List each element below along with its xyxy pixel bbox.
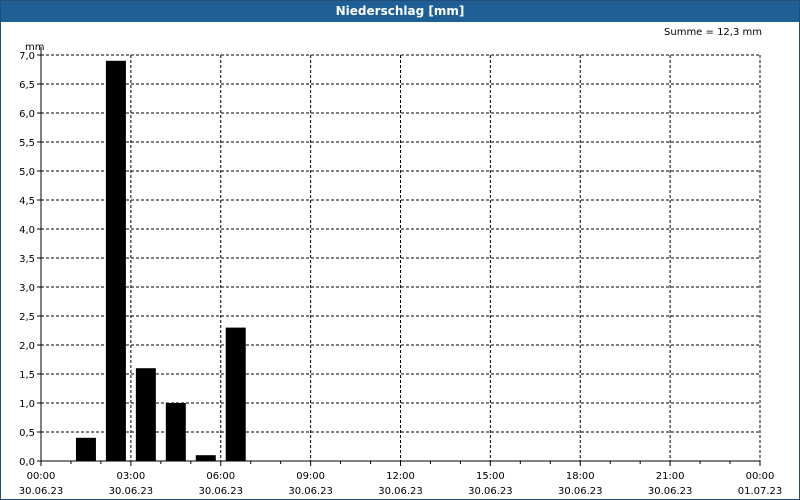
y-tick-label: 4,0 xyxy=(19,225,35,236)
x-tick-date-label: 30.06.23 xyxy=(558,486,603,497)
y-tick-label: 5,0 xyxy=(19,167,35,178)
bar xyxy=(105,60,126,462)
x-tick-date-label: 30.06.23 xyxy=(109,486,154,497)
y-tick-label: 3,0 xyxy=(19,283,35,294)
x-tick-time-label: 21:00 xyxy=(656,471,685,482)
y-tick-label: 1,5 xyxy=(19,370,35,381)
bar xyxy=(225,327,246,461)
y-tick-label: 4,5 xyxy=(19,196,35,207)
x-tick-date-label: 30.06.23 xyxy=(288,486,333,497)
x-tick-time-label: 06:00 xyxy=(206,471,235,482)
x-tick-date-label: 30.06.23 xyxy=(19,486,64,497)
x-tick-date-label: 30.06.23 xyxy=(378,486,423,497)
y-tick-label: 6,0 xyxy=(19,109,35,120)
bar xyxy=(195,455,216,461)
x-tick-date-label: 30.06.23 xyxy=(468,486,513,497)
y-tick-label: 2,0 xyxy=(19,341,35,352)
x-tick-time-label: 15:00 xyxy=(476,471,505,482)
x-tick-date-label: 30.06.23 xyxy=(648,486,693,497)
y-tick-label: 5,5 xyxy=(19,138,35,149)
x-tick-time-label: 18:00 xyxy=(566,471,595,482)
y-tick-label: 6,5 xyxy=(19,80,35,91)
y-tick-label: 0,0 xyxy=(19,457,35,468)
x-tick-time-label: 00:00 xyxy=(746,471,775,482)
bar xyxy=(75,437,96,461)
y-tick-label: 0,5 xyxy=(19,428,35,439)
bar xyxy=(165,403,186,461)
x-tick-time-label: 00:00 xyxy=(27,471,56,482)
x-tick-date-label: 01.07.23 xyxy=(738,486,783,497)
bar xyxy=(135,368,156,461)
x-tick-time-label: 03:00 xyxy=(116,471,145,482)
x-tick-date-label: 30.06.23 xyxy=(198,486,243,497)
precipitation-bar-chart: 0,0 0,5 1,0 1,5 2,0 2,5 3,0 3,5 4,0 4,5 5,0 5,5 6,0 6… xyxy=(19,47,783,497)
y-tick-label: 7,0 xyxy=(19,51,35,62)
x-tick-time-label: 12:00 xyxy=(386,471,415,482)
y-tick-label: 3,5 xyxy=(19,254,35,265)
y-tick-label: 1,0 xyxy=(19,399,35,410)
y-tick-label: 2,5 xyxy=(19,312,35,323)
x-tick-time-label: 09:00 xyxy=(296,471,325,482)
